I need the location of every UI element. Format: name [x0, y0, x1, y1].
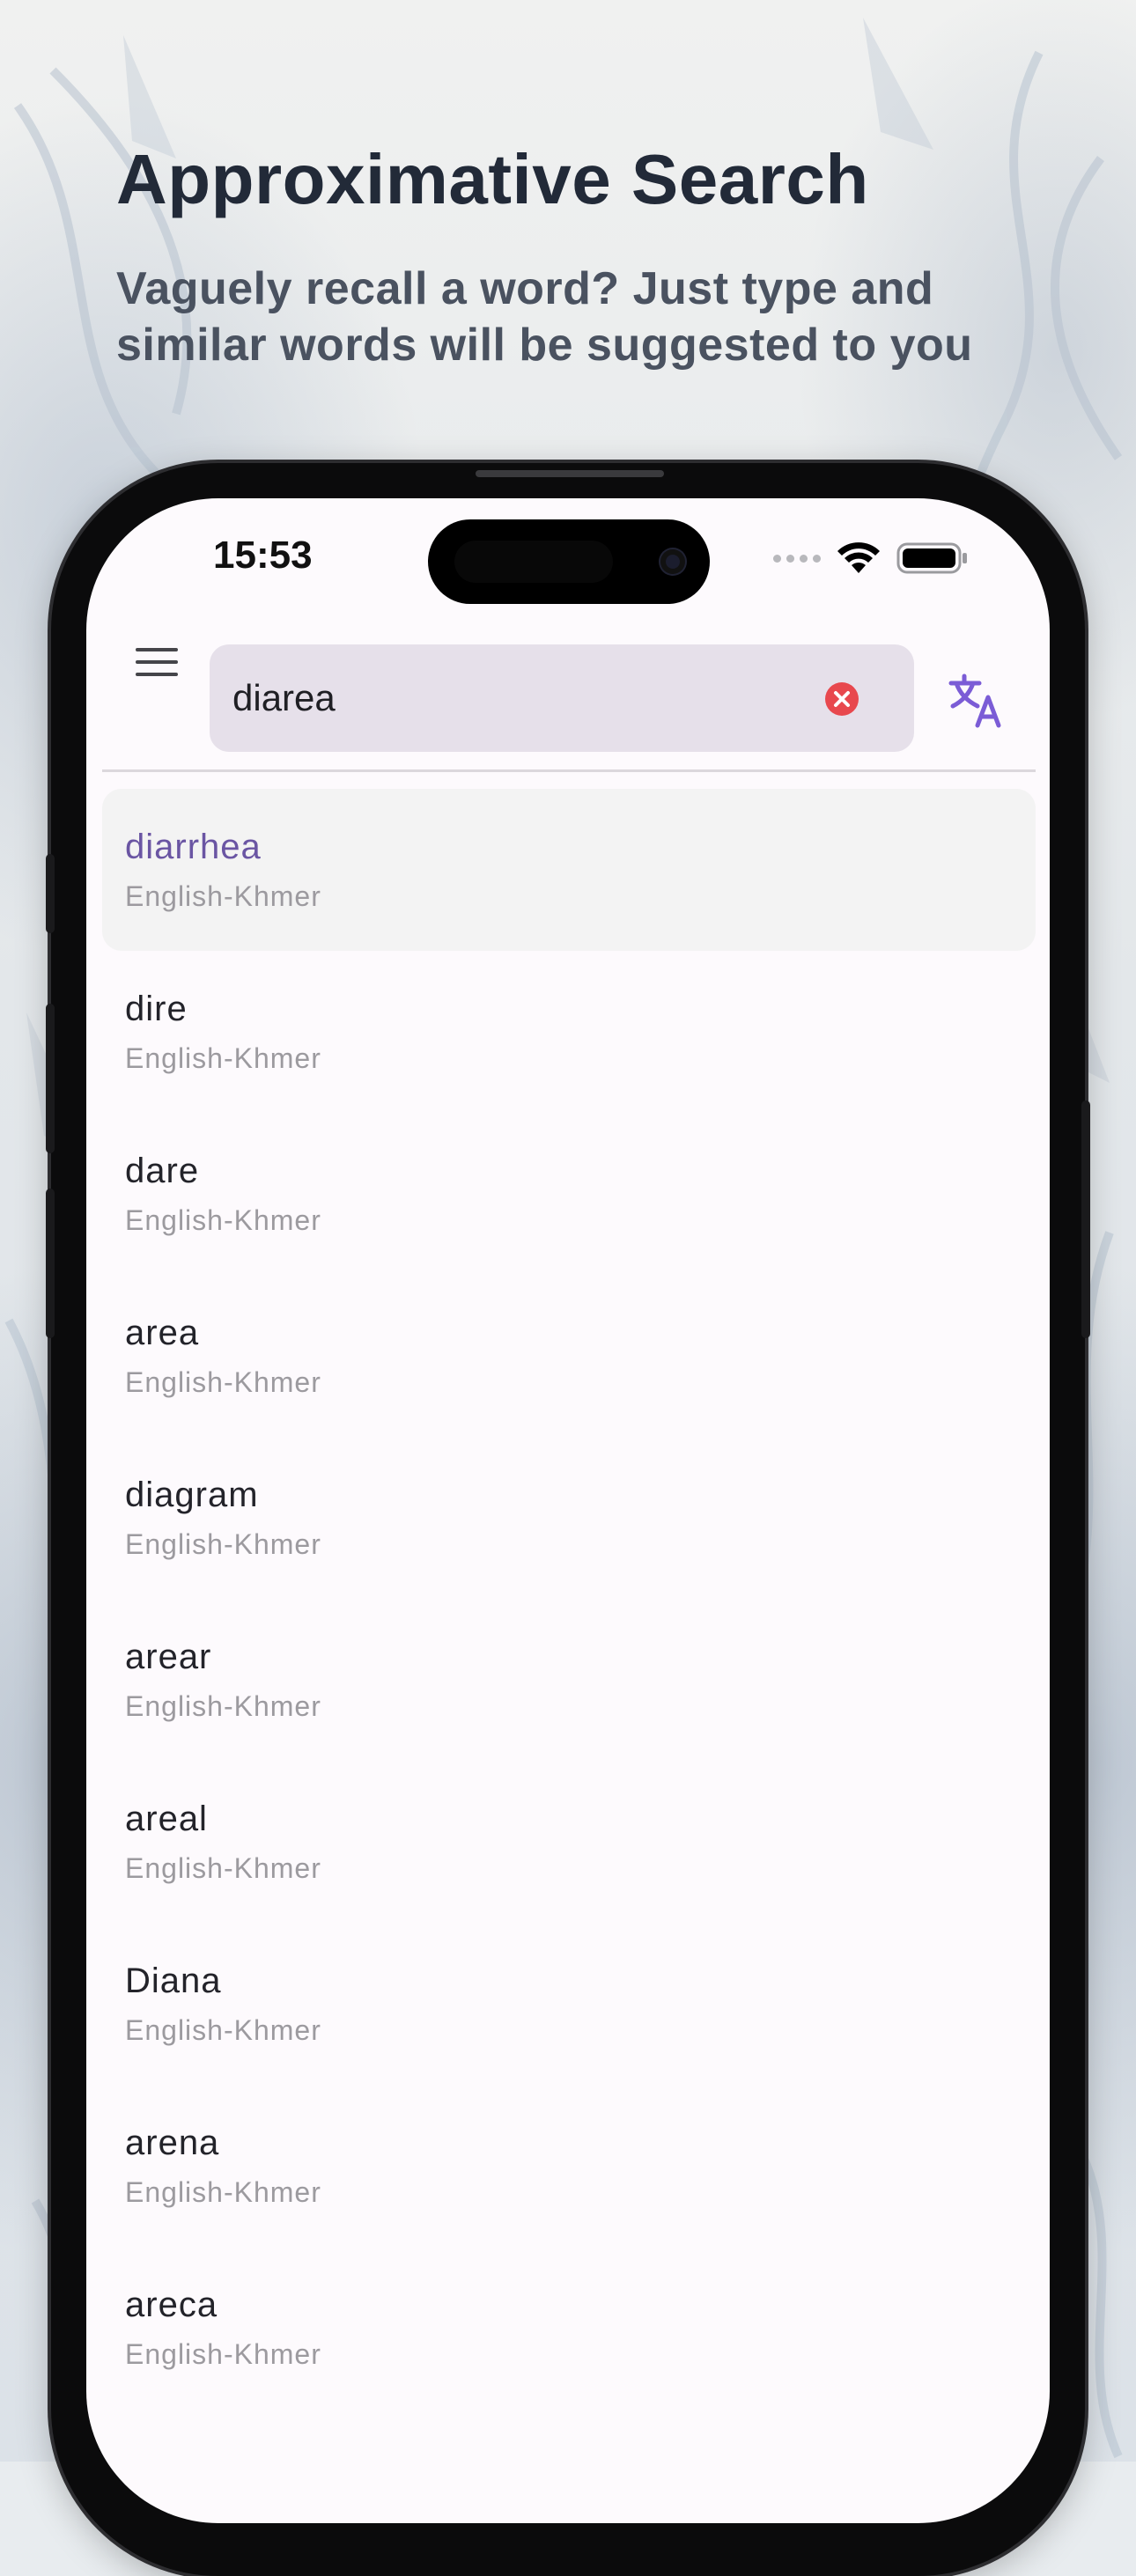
result-word: arear	[125, 1638, 212, 1676]
list-item[interactable]: diarrhea English-Khmer	[102, 789, 1036, 951]
clear-search-button[interactable]	[824, 681, 859, 717]
result-dictionary: English-Khmer	[125, 1042, 321, 1074]
phone-power-button	[1081, 1100, 1090, 1338]
wifi-icon	[837, 542, 880, 573]
list-item[interactable]: Diana English-Khmer	[102, 1923, 1036, 2085]
phone-screen: 15:53 diarea diarrhea English-Khmer dire…	[86, 498, 1050, 2523]
hero-subtitle: Vaguely recall a word? Just type and sim…	[116, 263, 973, 371]
list-item[interactable]: diagram English-Khmer	[102, 1437, 1036, 1599]
result-dictionary: English-Khmer	[125, 1204, 321, 1236]
translate-button[interactable]	[941, 666, 1011, 736]
result-word: areal	[125, 1800, 208, 1838]
search-input[interactable]	[232, 644, 796, 752]
hamburger-menu-icon	[136, 648, 178, 676]
result-dictionary: English-Khmer	[125, 1690, 321, 1722]
phone-volume-up-button	[46, 1004, 55, 1153]
app-bar-divider	[102, 769, 1036, 772]
result-word: diarrhea	[125, 828, 262, 866]
hero-title: Approximative Search	[116, 140, 869, 218]
result-dictionary: English-Khmer	[125, 1852, 321, 1884]
status-time: 15:53	[213, 534, 313, 577]
menu-button[interactable]	[125, 630, 188, 694]
result-dictionary: English-Khmer	[125, 2176, 321, 2208]
results-list: diarrhea English-Khmer dire English-Khme…	[102, 789, 1036, 2409]
result-dictionary: English-Khmer	[125, 1366, 321, 1398]
phone-side-button	[46, 854, 55, 933]
result-word: diagram	[125, 1476, 259, 1514]
phone-speaker-line	[476, 470, 664, 477]
result-dictionary: English-Khmer	[125, 2014, 321, 2046]
result-word: area	[125, 1314, 200, 1352]
phone-volume-down-button	[46, 1189, 55, 1338]
signal-dots-icon	[773, 554, 821, 563]
list-item[interactable]: arena English-Khmer	[102, 2085, 1036, 2247]
list-item[interactable]: dare English-Khmer	[102, 1113, 1036, 1275]
battery-icon	[896, 542, 967, 574]
result-word: dire	[125, 990, 188, 1028]
translate-icon	[948, 673, 1001, 728]
list-item[interactable]: area English-Khmer	[102, 1275, 1036, 1437]
result-word: areca	[125, 2285, 218, 2324]
camera-lens-icon	[660, 549, 685, 574]
result-dictionary: English-Khmer	[125, 1528, 321, 1560]
search-box	[210, 644, 914, 752]
list-item[interactable]: arear English-Khmer	[102, 1599, 1036, 1761]
status-icons	[773, 541, 969, 576]
dynamic-island	[428, 519, 710, 604]
list-item[interactable]: areca English-Khmer	[102, 2247, 1036, 2409]
result-word: dare	[125, 1152, 200, 1190]
list-item[interactable]: areal English-Khmer	[102, 1761, 1036, 1923]
result-dictionary: English-Khmer	[125, 2338, 321, 2370]
result-word: Diana	[125, 1961, 222, 2000]
result-word: arena	[125, 2123, 220, 2162]
island-sensor	[454, 541, 613, 583]
list-item[interactable]: dire English-Khmer	[102, 951, 1036, 1113]
clear-circle-icon	[825, 682, 859, 716]
result-dictionary: English-Khmer	[125, 880, 321, 912]
